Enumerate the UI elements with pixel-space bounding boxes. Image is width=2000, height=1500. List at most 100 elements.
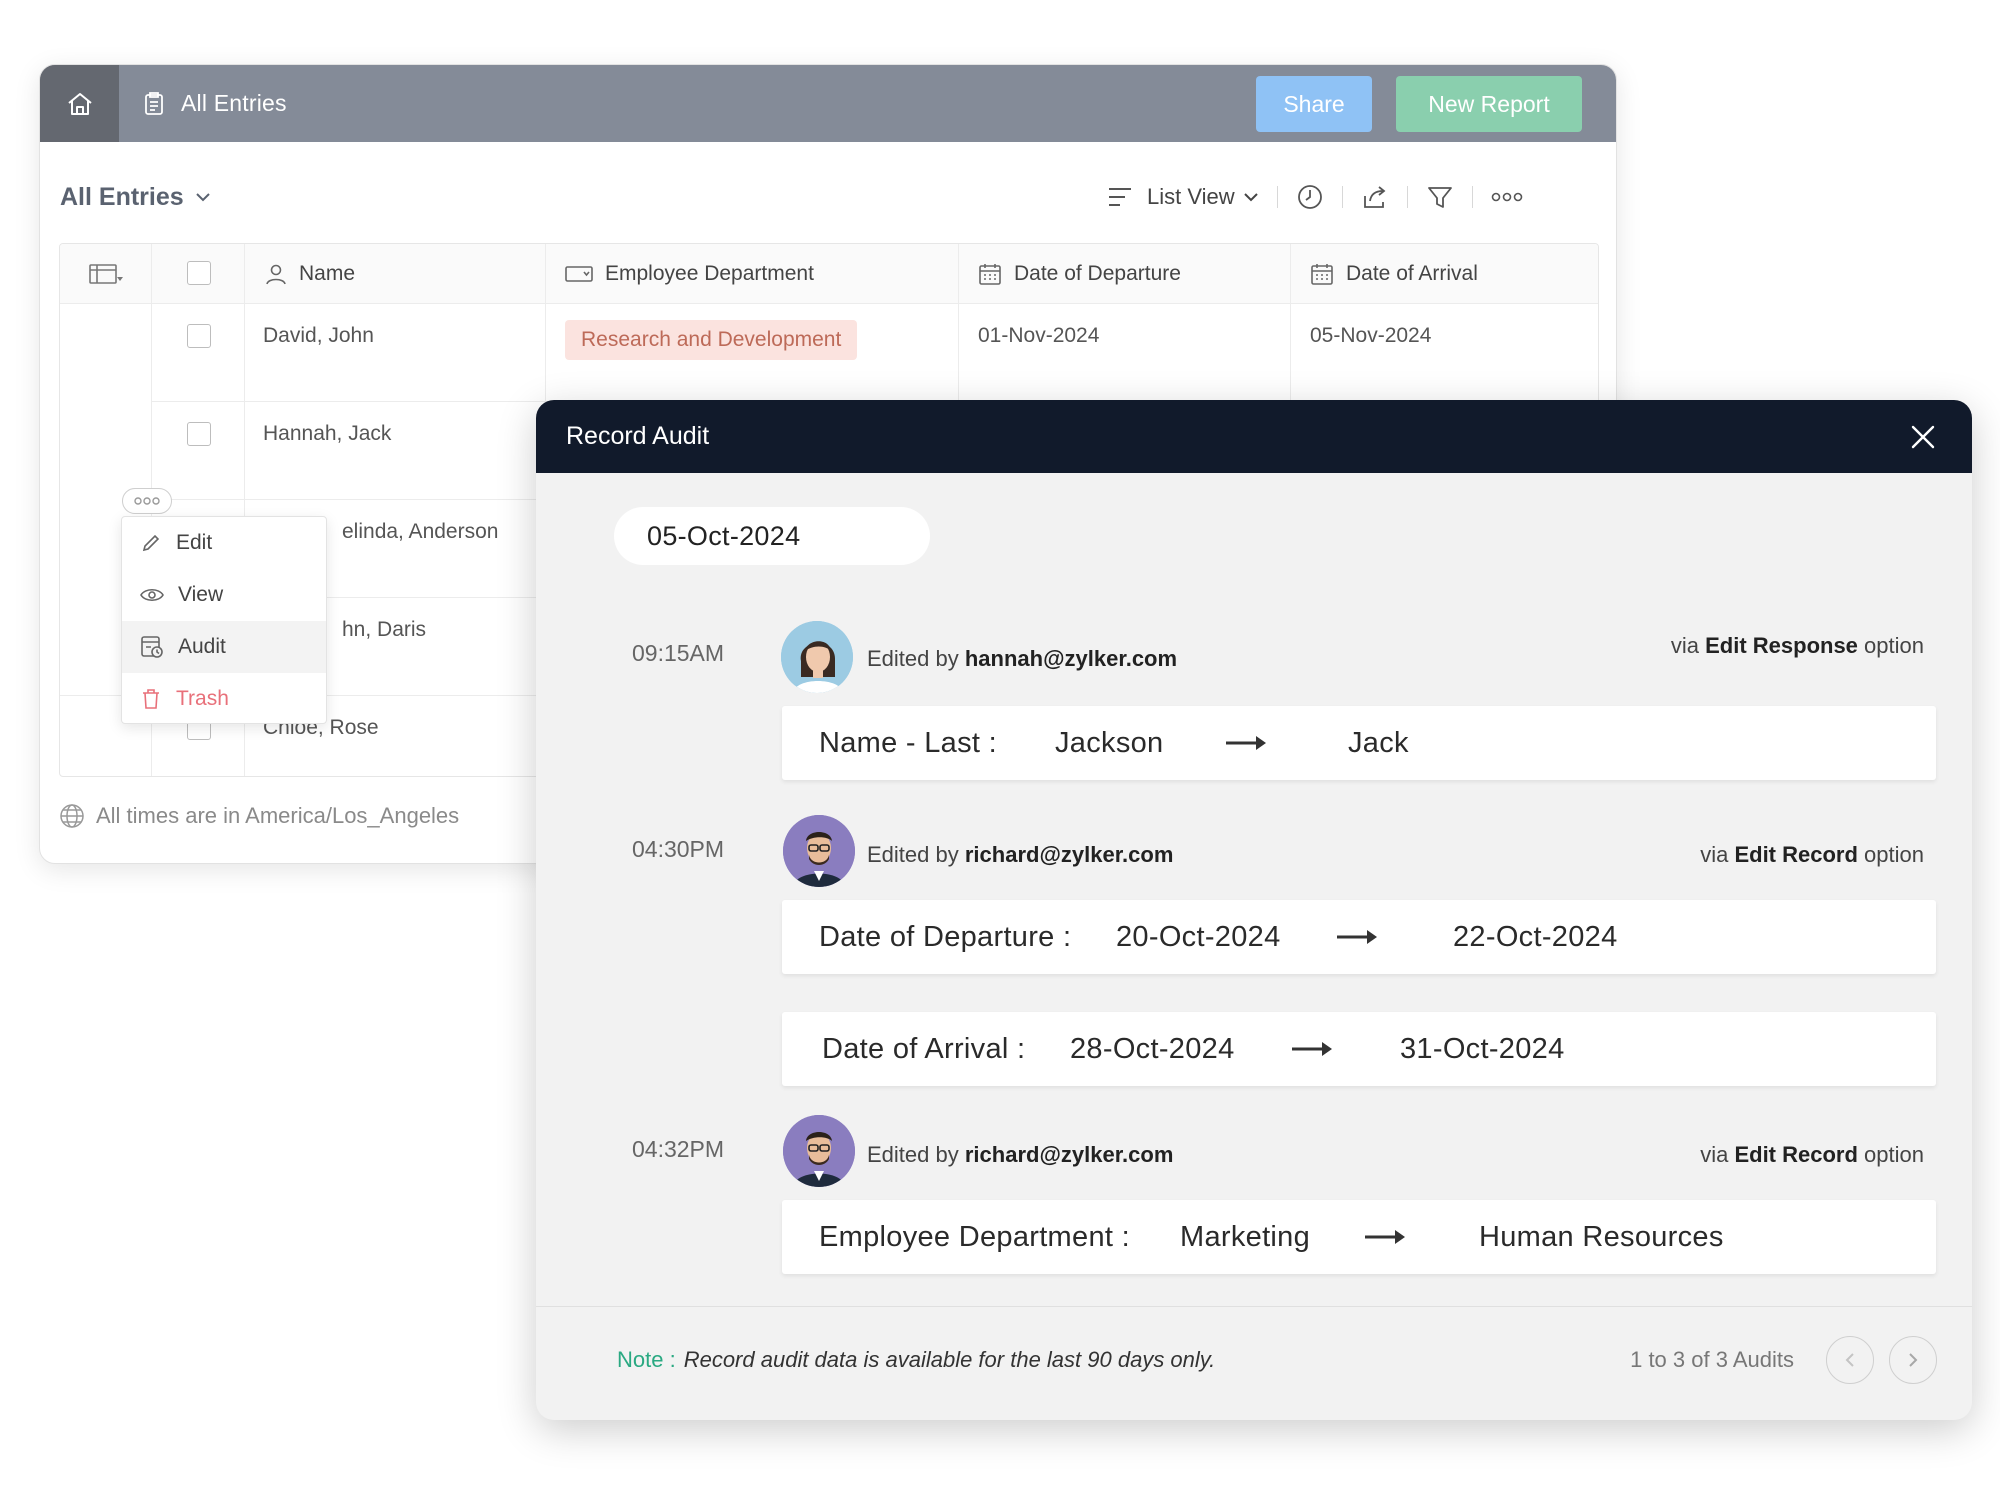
user-avatar-icon	[783, 1115, 855, 1187]
change-card: Date of Arrival : 28-Oct-2024 31-Oct-202…	[782, 1012, 1936, 1086]
globe-icon	[60, 804, 84, 828]
column-header-departure[interactable]: Date of Departure	[978, 244, 1181, 303]
change-card: Date of Departure : 20-Oct-2024 22-Oct-2…	[782, 900, 1936, 974]
pencil-icon	[142, 534, 160, 552]
divider	[1471, 186, 1473, 208]
user-avatar-icon	[783, 815, 855, 887]
change-old-value: 20-Oct-2024	[1116, 920, 1281, 953]
export-icon[interactable]	[1361, 183, 1389, 211]
change-old-value: Jackson	[1055, 726, 1164, 759]
dropdown-field-icon	[565, 265, 593, 282]
menu-item-trash[interactable]: Trash	[122, 673, 326, 725]
audit-icon	[141, 636, 163, 658]
audit-date: 05-Oct-2024	[614, 507, 930, 565]
select-all-checkbox[interactable]	[187, 261, 211, 285]
divider	[1406, 186, 1408, 208]
arrow-right-icon	[1226, 736, 1266, 750]
row-actions-button[interactable]	[122, 488, 172, 514]
avatar	[783, 1115, 855, 1187]
view-selector[interactable]: All Entries	[60, 177, 212, 217]
home-button[interactable]	[40, 65, 119, 142]
calendar-icon	[1311, 263, 1333, 285]
cell-name[interactable]: Hannah, Jack	[263, 422, 391, 446]
menu-item-view[interactable]: View	[122, 569, 326, 621]
change-old-value: 28-Oct-2024	[1070, 1032, 1235, 1065]
column-label: Employee Department	[605, 261, 814, 285]
audit-time: 04:32PM	[632, 1136, 725, 1162]
row-checkbox[interactable]	[187, 324, 211, 348]
editor-email: richard@zylker.com	[964, 842, 1174, 867]
next-page-button[interactable]	[1889, 1336, 1937, 1384]
trash-icon	[143, 689, 159, 709]
record-audit-dialog: Record Audit 05-Oct-2024 09:15AM Edited …	[536, 400, 1972, 1420]
menu-item-edit[interactable]: Edit	[122, 517, 326, 569]
previous-page-button[interactable]	[1826, 1336, 1874, 1384]
page-title: All Entries	[181, 90, 287, 116]
audit-note: Note : Record audit data is available fo…	[617, 1340, 1215, 1380]
audit-time: 09:15AM	[632, 640, 725, 666]
chevron-down-icon	[1243, 193, 1258, 202]
arrow-right-icon	[1292, 1042, 1332, 1056]
report-icon	[145, 91, 163, 115]
change-new-value: Human Resources	[1479, 1220, 1724, 1253]
breadcrumb: All Entries	[141, 65, 287, 142]
change-field: Date of Arrival :	[822, 1032, 1026, 1065]
calendar-icon	[979, 263, 1001, 285]
via-suffix: option	[1864, 842, 1924, 867]
edited-by-text: Edited by richard@zylker.com	[867, 842, 1173, 868]
column-header-arrival[interactable]: Date of Arrival	[1310, 244, 1478, 303]
editor-email: hannah@zylker.com	[964, 646, 1178, 671]
menu-item-label: Audit	[178, 635, 226, 658]
divider	[536, 1306, 1972, 1307]
editor-email: richard@zylker.com	[964, 1142, 1174, 1167]
audit-count: 1 to 3 of 3 Audits	[1630, 1347, 1794, 1372]
via-suffix: option	[1864, 633, 1924, 658]
more-icon	[134, 497, 160, 505]
list-view-dropdown[interactable]: List View	[1147, 184, 1235, 210]
change-field: Name - Last :	[819, 726, 997, 759]
list-toolbar: List View	[1107, 177, 1523, 217]
cell-name[interactable]: elinda, Anderson	[342, 520, 498, 544]
audit-time: 04:30PM	[632, 836, 725, 862]
via-suffix: option	[1864, 1142, 1924, 1167]
list-title: All Entries	[60, 182, 184, 211]
cell-name[interactable]: hn, Daris	[342, 618, 426, 642]
row-context-menu: Edit View Audit Trash	[121, 516, 327, 724]
cell-name[interactable]: David, John	[263, 324, 374, 348]
history-icon[interactable]	[1296, 183, 1324, 211]
column-header-name[interactable]: Name	[265, 244, 355, 303]
timezone-text: All times are in America/Los_Angeles	[96, 803, 460, 828]
edited-by-text: Edited by richard@zylker.com	[867, 1142, 1173, 1168]
column-label: Name	[299, 261, 356, 285]
filter-icon[interactable]	[1426, 183, 1454, 211]
via-option-text: via Edit Record option	[1700, 1142, 1924, 1168]
dialog-header: Record Audit	[536, 400, 1972, 473]
menu-item-label: Trash	[176, 687, 229, 710]
arrow-right-icon	[1337, 930, 1377, 944]
note-text: Record audit data is available for the l…	[683, 1347, 1216, 1372]
menu-item-audit[interactable]: Audit	[122, 621, 326, 673]
via-label: via	[1700, 842, 1729, 867]
column-settings-button[interactable]	[88, 244, 124, 303]
via-option: Edit Record	[1734, 1142, 1858, 1167]
person-icon	[266, 264, 286, 284]
via-option-text: via Edit Response option	[1671, 633, 1924, 659]
via-label: via	[1670, 633, 1699, 658]
menu-item-label: Edit	[176, 531, 213, 554]
more-icon[interactable]	[1491, 191, 1523, 203]
home-icon	[67, 92, 92, 115]
menu-item-label: View	[178, 583, 224, 606]
divider	[1341, 186, 1343, 208]
top-bar: All Entries Share New Report	[40, 65, 1616, 142]
close-button[interactable]	[1904, 418, 1942, 456]
change-field: Date of Departure :	[819, 920, 1072, 953]
row-checkbox[interactable]	[187, 422, 211, 446]
user-avatar-icon	[781, 621, 853, 693]
timezone-note: All times are in America/Los_Angeles	[58, 802, 459, 830]
chevron-right-icon	[1909, 1353, 1918, 1367]
list-view-icon	[1109, 188, 1131, 206]
share-button[interactable]: Share	[1256, 76, 1372, 132]
column-header-department[interactable]: Employee Department	[565, 244, 814, 303]
new-report-button[interactable]: New Report	[1396, 76, 1582, 132]
column-label: Date of Arrival	[1346, 261, 1478, 285]
